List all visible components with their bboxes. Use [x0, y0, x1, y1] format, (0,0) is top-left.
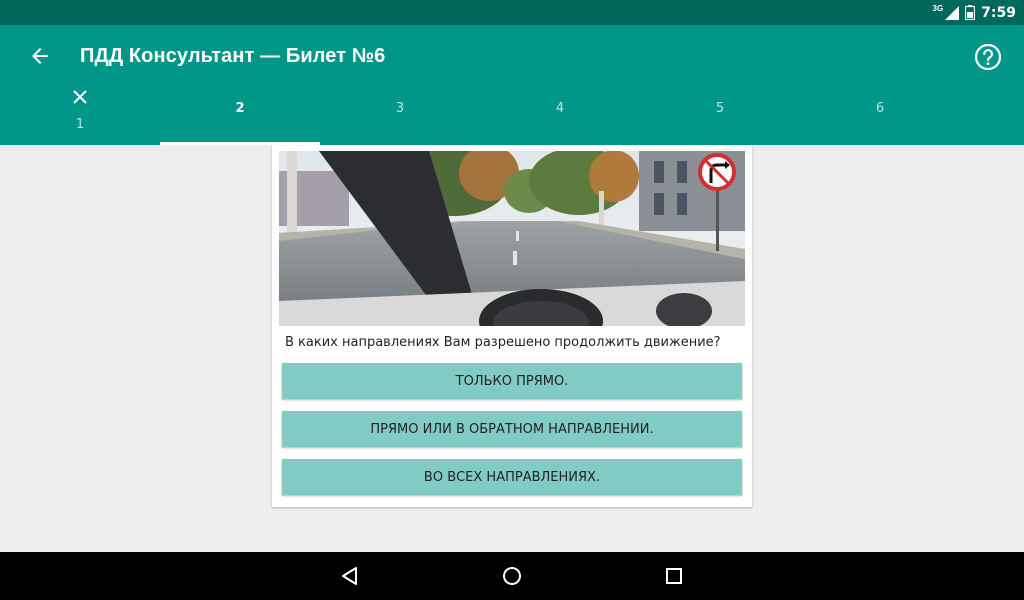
tab-label: 1: [75, 117, 85, 132]
clock: 7:59: [981, 4, 1016, 21]
status-bar: 3G 7:59: [0, 0, 1024, 25]
recents-square-icon[interactable]: [662, 564, 686, 588]
tab-label: 3: [395, 101, 405, 116]
tab-question-2[interactable]: 2: [160, 87, 320, 145]
close-icon: [73, 90, 87, 104]
home-circle-icon[interactable]: [500, 564, 524, 588]
network-type: 3G: [932, 4, 944, 13]
answer-button-3[interactable]: ВО ВСЕХ НАПРАВЛЕНИЯХ.: [282, 459, 742, 495]
tab-question-5[interactable]: 5: [640, 87, 800, 145]
tab-question-4[interactable]: 4: [480, 87, 640, 145]
tab-question-6[interactable]: 6: [800, 87, 960, 145]
ticket-tabs: 1 2 3 4 5 6: [0, 87, 1024, 145]
help-icon[interactable]: [974, 43, 1002, 71]
tab-label: 4: [555, 101, 565, 116]
tab-label: 5: [715, 101, 725, 116]
answer-button-2[interactable]: ПРЯМО ИЛИ В ОБРАТНОМ НАПРАВЛЕНИИ.: [282, 411, 742, 447]
question-text: В каких направлениях Вам разрешено продо…: [285, 335, 721, 350]
answer-button-1[interactable]: ТОЛЬКО ПРЯМО.: [282, 363, 742, 399]
battery-icon: [965, 5, 976, 20]
signal-icon: [945, 5, 960, 20]
question-card: В каких направлениях Вам разрешено продо…: [272, 145, 752, 507]
back-triangle-icon[interactable]: [338, 564, 362, 588]
page-title: ПДД Консультант — Билет №6: [80, 45, 386, 67]
question-image: [279, 151, 745, 326]
app-bar: ПДД Консультант — Билет №6 1 2 3 4 5 6: [0, 25, 1024, 145]
tab-label: 2: [235, 101, 245, 116]
tab-question-1[interactable]: 1: [0, 87, 160, 145]
back-arrow-icon[interactable]: [28, 44, 52, 68]
tab-question-3[interactable]: 3: [320, 87, 480, 145]
system-nav-bar: [0, 552, 1024, 600]
tab-label: 6: [875, 101, 885, 116]
